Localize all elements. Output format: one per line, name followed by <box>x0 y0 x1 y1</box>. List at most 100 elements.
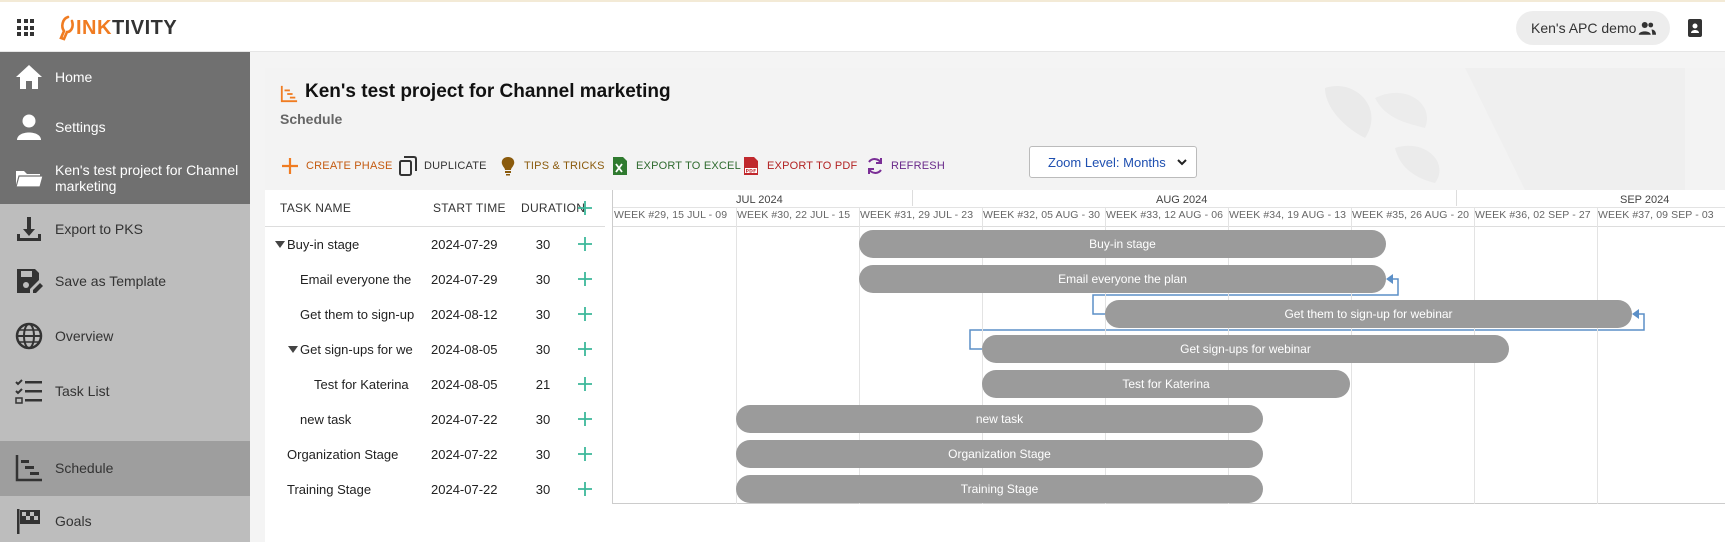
sidebar-item-save-template[interactable]: Save as Template <box>0 254 250 309</box>
schedule-title-icon <box>280 85 298 103</box>
svg-text:PDF: PDF <box>746 168 757 174</box>
week-header: WEEK #34, 19 AUG - 13 <box>1229 209 1347 221</box>
tips-tricks-button[interactable]: TIPS & TRICKS <box>498 155 605 177</box>
page-subtitle: Schedule <box>280 111 343 127</box>
sidebar-item-overview[interactable]: Overview <box>0 309 250 364</box>
task-name[interactable]: Get them to sign-up <box>300 307 425 322</box>
task-name[interactable]: Training Stage <box>287 482 425 497</box>
download-icon <box>17 217 41 241</box>
export-excel-label: EXPORT TO EXCEL <box>636 160 741 172</box>
add-subtask-icon[interactable] <box>577 446 593 462</box>
task-duration: 30 <box>535 342 551 357</box>
task-row[interactable]: new task 2024-07-22 30 <box>265 402 605 437</box>
collapse-caret-icon[interactable] <box>288 346 298 353</box>
task-row[interactable]: Test for Katerina 2024-08-05 21 <box>265 367 605 402</box>
task-start-time: 2024-08-12 <box>431 307 498 322</box>
task-bar[interactable]: Buy-in stage <box>859 230 1386 258</box>
task-bar[interactable]: Get them to sign-up for webinar <box>1105 300 1632 328</box>
collapse-caret-icon[interactable] <box>275 241 285 248</box>
add-subtask-icon[interactable] <box>577 411 593 427</box>
week-header: WEEK #30, 22 JUL - 15 <box>737 209 851 221</box>
sidebar-item-label: Schedule <box>55 460 114 476</box>
zoom-level-value: Zoom Level: Months <box>1048 154 1166 170</box>
task-start-time: 2024-08-05 <box>431 342 498 357</box>
sidebar-item-project[interactable]: Ken's test project for Channel marketing <box>0 152 250 204</box>
week-header: WEEK #32, 05 AUG - 30 <box>983 209 1101 221</box>
dependency-arrow-icon <box>1386 274 1393 284</box>
task-bar[interactable]: Organization Stage <box>736 440 1263 468</box>
task-row[interactable]: Get sign-ups for we 2024-08-05 30 <box>265 332 605 367</box>
task-start-time: 2024-07-29 <box>431 272 498 287</box>
sidebar-item-label: Settings <box>55 119 106 135</box>
person-icon <box>17 114 41 140</box>
sidebar-item-label: Export to PKS <box>55 221 143 237</box>
column-header-start-time[interactable]: START TIME <box>433 190 506 226</box>
export-pdf-button[interactable]: PDF EXPORT TO PDF <box>741 155 857 177</box>
month-divider <box>912 190 913 206</box>
week-row-divider <box>613 226 1725 227</box>
add-subtask-icon[interactable] <box>577 376 593 392</box>
org-switcher-button[interactable]: Ken's APC demo <box>1516 11 1670 45</box>
refresh-label: REFRESH <box>891 160 945 172</box>
sidebar-item-task-list[interactable]: Task List <box>0 364 250 419</box>
task-name[interactable]: Email everyone the <box>300 272 425 287</box>
task-name[interactable]: new task <box>300 412 425 427</box>
sidebar-item-label: Goals <box>55 513 92 529</box>
month-divider <box>1456 190 1457 206</box>
month-header: SEP 2024 <box>1620 194 1670 206</box>
task-bar[interactable]: Test for Katerina <box>982 370 1350 398</box>
schedule-card: Ken's test project for Channel marketing… <box>265 68 1725 542</box>
week-gridline <box>1597 207 1598 504</box>
add-subtask-icon[interactable] <box>577 271 593 287</box>
create-phase-button[interactable]: CREATE PHASE <box>280 155 393 177</box>
top-bar: INKTIVITY Ken's APC demo <box>0 0 1725 52</box>
task-bar[interactable]: Email everyone the plan <box>859 265 1386 293</box>
excel-file-icon <box>613 157 627 175</box>
sidebar-item-schedule[interactable]: Schedule <box>0 441 250 496</box>
add-task-header-icon[interactable] <box>577 200 593 216</box>
task-row[interactable]: Get them to sign-up 2024-08-12 30 <box>265 297 605 332</box>
tips-tricks-label: TIPS & TRICKS <box>524 160 605 172</box>
sidebar-item-settings[interactable]: Settings <box>0 102 250 152</box>
column-header-task-name[interactable]: TASK NAME <box>280 190 351 226</box>
task-name[interactable]: Test for Katerina <box>314 377 425 392</box>
column-header-duration[interactable]: DURATION <box>521 190 585 226</box>
task-duration: 30 <box>535 237 551 252</box>
page-title: Ken's test project for Channel marketing <box>305 81 671 102</box>
logo-text-dark: TIVITY <box>111 16 178 39</box>
task-bar[interactable]: Training Stage <box>736 475 1263 503</box>
refresh-button[interactable]: REFRESH <box>865 155 945 177</box>
add-subtask-icon[interactable] <box>577 481 593 497</box>
task-bar[interactable]: Get sign-ups for webinar <box>982 335 1509 363</box>
task-name[interactable]: Get sign-ups for we <box>300 342 425 357</box>
sidebar-item-goals[interactable]: Goals <box>0 496 250 542</box>
contacts-book-icon[interactable] <box>1687 18 1703 38</box>
sidebar-item-home[interactable]: Home <box>0 52 250 102</box>
add-subtask-icon[interactable] <box>577 341 593 357</box>
flag-icon <box>17 509 40 534</box>
task-start-time: 2024-07-29 <box>431 237 498 252</box>
task-row[interactable]: Training Stage 2024-07-22 30 <box>265 472 605 507</box>
add-subtask-icon[interactable] <box>577 306 593 322</box>
sidebar-item-label: Home <box>55 69 93 85</box>
task-bar[interactable]: new task <box>736 405 1263 433</box>
background-decoration <box>1325 68 1685 190</box>
apps-grid-icon[interactable] <box>17 19 34 36</box>
task-name[interactable]: Buy-in stage <box>287 237 425 252</box>
refresh-icon <box>868 158 882 174</box>
add-subtask-icon[interactable] <box>577 236 593 252</box>
create-phase-label: CREATE PHASE <box>306 160 393 172</box>
task-name[interactable]: Organization Stage <box>287 447 425 462</box>
linktivity-logo[interactable]: INKTIVITY <box>58 15 177 41</box>
export-excel-button[interactable]: EXPORT TO EXCEL <box>610 155 741 177</box>
task-row[interactable]: Buy-in stage 2024-07-29 30 <box>265 227 605 262</box>
globe-icon <box>15 322 43 350</box>
export-pdf-label: EXPORT TO PDF <box>767 160 858 172</box>
zoom-level-select[interactable]: Zoom Level: Months <box>1029 146 1197 178</box>
duplicate-button[interactable]: DUPLICATE <box>398 155 487 177</box>
task-row[interactable]: Organization Stage 2024-07-22 30 <box>265 437 605 472</box>
sidebar-item-export-pks[interactable]: Export to PKS <box>0 204 250 254</box>
week-header: WEEK #36, 02 SEP - 27 <box>1475 209 1591 221</box>
task-row[interactable]: Email everyone the 2024-07-29 30 <box>265 262 605 297</box>
sidebar-item-label: Ken's test project for Channel marketing <box>55 162 239 194</box>
